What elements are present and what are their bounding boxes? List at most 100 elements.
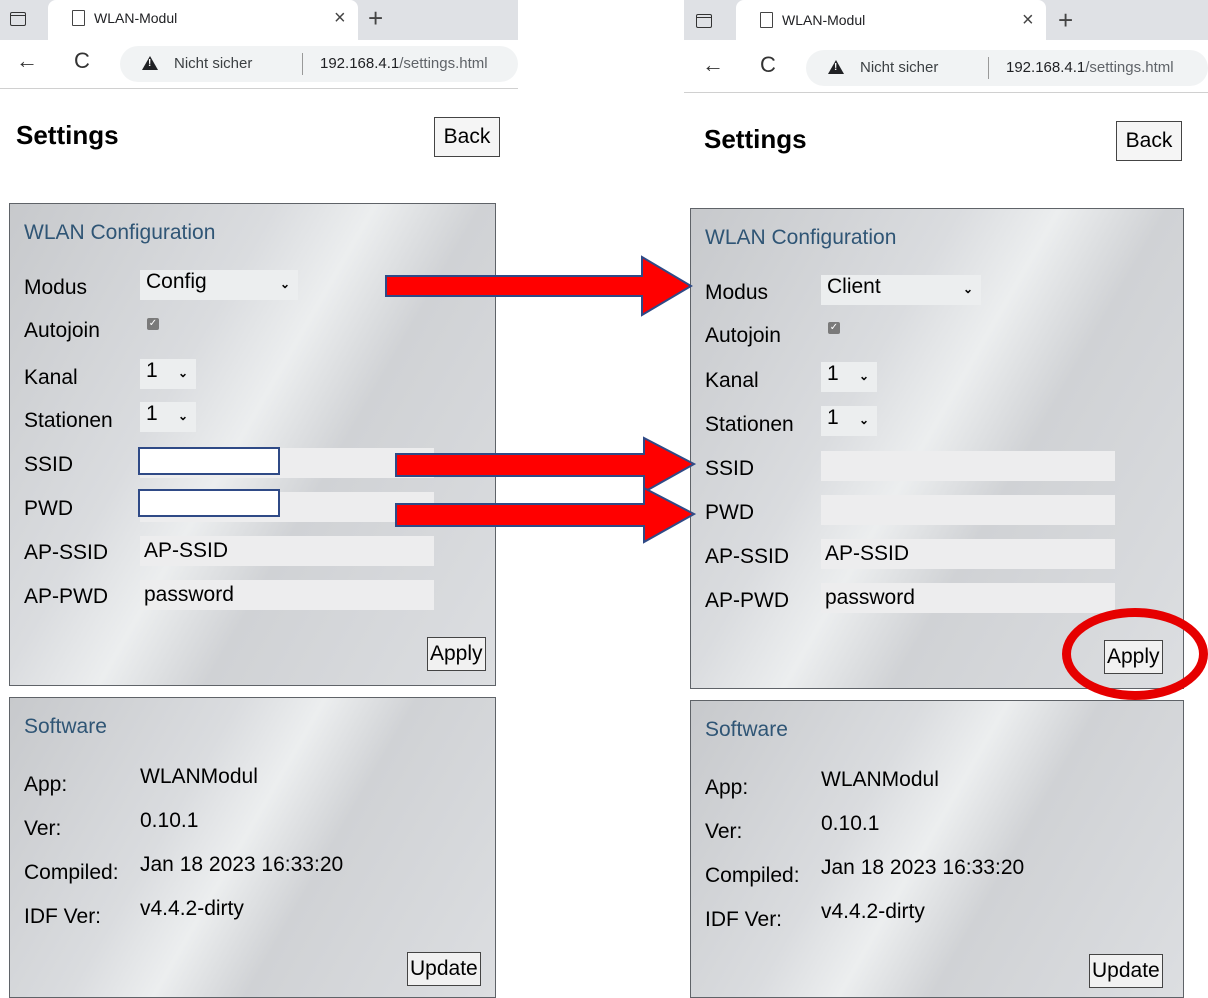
tab-overview-icon[interactable]	[10, 12, 26, 26]
close-tab-icon[interactable]: ×	[334, 7, 346, 30]
wlan-config-heading: WLAN Configuration	[24, 221, 216, 244]
page-title: Settings	[704, 124, 807, 154]
url-field[interactable]: Nicht sicher 192.168.4.1/settings.html	[806, 50, 1208, 86]
idf-label: IDF Ver:	[24, 905, 102, 928]
pwd-label: PWD	[24, 497, 73, 520]
idf-value: v4.4.2-dirty	[140, 897, 244, 920]
ap-pwd-label: AP-PWD	[705, 589, 789, 612]
back-arrow-icon[interactable]: ←	[702, 52, 724, 78]
reload-icon[interactable]: C	[760, 52, 776, 78]
tab-title: WLAN-Modul	[782, 12, 866, 28]
modus-select[interactable]: Config ⌄	[140, 270, 298, 300]
url-path: /settings.html	[1085, 59, 1174, 76]
modus-label: Modus	[24, 276, 88, 299]
ssid-redaction	[138, 447, 280, 475]
software-heading: Software	[705, 718, 788, 741]
ap-ssid-input[interactable]: AP-SSID	[140, 536, 434, 566]
stationen-label: Stationen	[705, 413, 794, 436]
ap-ssid-label: AP-SSID	[705, 545, 790, 568]
stationen-select[interactable]: 1 ⌄	[821, 406, 877, 436]
update-button[interactable]: Update	[407, 952, 481, 986]
url-host: 192.168.4.1	[320, 55, 400, 72]
tab-overview-icon[interactable]	[696, 14, 712, 28]
chevron-down-icon: ⌄	[858, 413, 869, 427]
ap-ssid-label: AP-SSID	[24, 541, 109, 564]
back-button[interactable]: Back	[434, 117, 500, 157]
pwd-clear-arrow	[395, 486, 697, 544]
modus-change-arrow	[385, 255, 693, 317]
page-title: Settings	[16, 120, 119, 150]
browser-tab[interactable]: WLAN-Modul ×	[736, 0, 1046, 40]
ap-pwd-input[interactable]: password	[140, 580, 434, 610]
software-panel: Software App: WLANModul Ver: 0.10.1 Comp…	[9, 697, 496, 998]
stationen-select[interactable]: 1 ⌄	[140, 402, 196, 432]
stationen-value: 1	[827, 406, 839, 429]
url-field[interactable]: Nicht sicher 192.168.4.1/settings.html	[120, 46, 518, 82]
compiled-value: Jan 18 2023 16:33:20	[140, 853, 344, 876]
ssid-label: SSID	[705, 457, 755, 480]
autojoin-label: Autojoin	[24, 319, 100, 342]
kanal-value: 1	[146, 359, 158, 382]
address-bar: ← C Nicht sicher 192.168.4.1/settings.ht…	[0, 40, 518, 89]
modus-label: Modus	[705, 281, 769, 304]
ver-value: 0.10.1	[140, 809, 199, 832]
modus-value: Config	[146, 270, 207, 293]
separator	[302, 53, 303, 75]
url-host: 192.168.4.1	[1006, 59, 1086, 76]
update-button[interactable]: Update	[1089, 954, 1163, 988]
compiled-label: Compiled:	[24, 861, 119, 884]
browser-tab[interactable]: WLAN-Modul ×	[48, 0, 358, 40]
chevron-down-icon: ⌄	[962, 282, 973, 296]
ap-pwd-label: AP-PWD	[24, 585, 108, 608]
address-bar: ← C Nicht sicher 192.168.4.1/settings.ht…	[684, 44, 1208, 93]
modus-value: Client	[827, 275, 881, 298]
kanal-label: Kanal	[24, 366, 78, 389]
new-tab-icon[interactable]: +	[1058, 5, 1073, 36]
stationen-value: 1	[146, 402, 158, 425]
idf-label: IDF Ver:	[705, 908, 783, 931]
software-heading: Software	[24, 715, 107, 738]
autojoin-checkbox[interactable]: ✓	[147, 318, 159, 330]
modus-select[interactable]: Client ⌄	[821, 275, 981, 305]
pwd-input[interactable]	[821, 495, 1115, 525]
warning-icon	[828, 60, 844, 74]
app-label: App:	[705, 776, 749, 799]
tab-strip: WLAN-Modul × +	[0, 0, 518, 40]
ap-pwd-input[interactable]: password	[821, 583, 1115, 613]
url-path: /settings.html	[399, 55, 488, 72]
kanal-select[interactable]: 1 ⌄	[821, 362, 877, 392]
ssid-input[interactable]	[821, 451, 1115, 481]
app-value: WLANModul	[140, 765, 258, 788]
ap-ssid-input[interactable]: AP-SSID	[821, 539, 1115, 569]
chevron-down-icon: ⌄	[177, 366, 188, 380]
close-tab-icon[interactable]: ×	[1022, 9, 1034, 32]
back-arrow-icon[interactable]: ←	[16, 48, 38, 74]
new-tab-icon[interactable]: +	[368, 3, 383, 34]
kanal-select[interactable]: 1 ⌄	[140, 359, 196, 389]
tab-strip: WLAN-Modul × +	[684, 0, 1208, 40]
ver-label: Ver:	[24, 817, 62, 840]
screenshot-after: WLAN-Modul × + ← C Nicht sicher 192.168.…	[684, 0, 1208, 998]
page-icon	[72, 10, 85, 26]
pwd-redaction	[138, 489, 280, 517]
apply-button[interactable]: Apply	[427, 637, 486, 671]
warning-icon	[142, 56, 158, 70]
back-button[interactable]: Back	[1116, 121, 1182, 161]
ssid-label: SSID	[24, 453, 74, 476]
tab-title: WLAN-Modul	[94, 10, 178, 26]
autojoin-checkbox[interactable]: ✓	[828, 322, 840, 334]
reload-icon[interactable]: C	[74, 48, 90, 74]
kanal-label: Kanal	[705, 369, 759, 392]
chevron-down-icon: ⌄	[858, 369, 869, 383]
security-label: Nicht sicher	[860, 59, 939, 76]
chevron-down-icon: ⌄	[279, 277, 290, 291]
url-text: 192.168.4.1/settings.html	[320, 55, 488, 72]
wlan-config-heading: WLAN Configuration	[705, 226, 897, 249]
app-value: WLANModul	[821, 768, 939, 791]
idf-value: v4.4.2-dirty	[821, 900, 925, 923]
autojoin-label: Autojoin	[705, 324, 781, 347]
pwd-label: PWD	[705, 501, 754, 524]
kanal-value: 1	[827, 362, 839, 385]
separator	[988, 57, 989, 79]
compiled-label: Compiled:	[705, 864, 800, 887]
